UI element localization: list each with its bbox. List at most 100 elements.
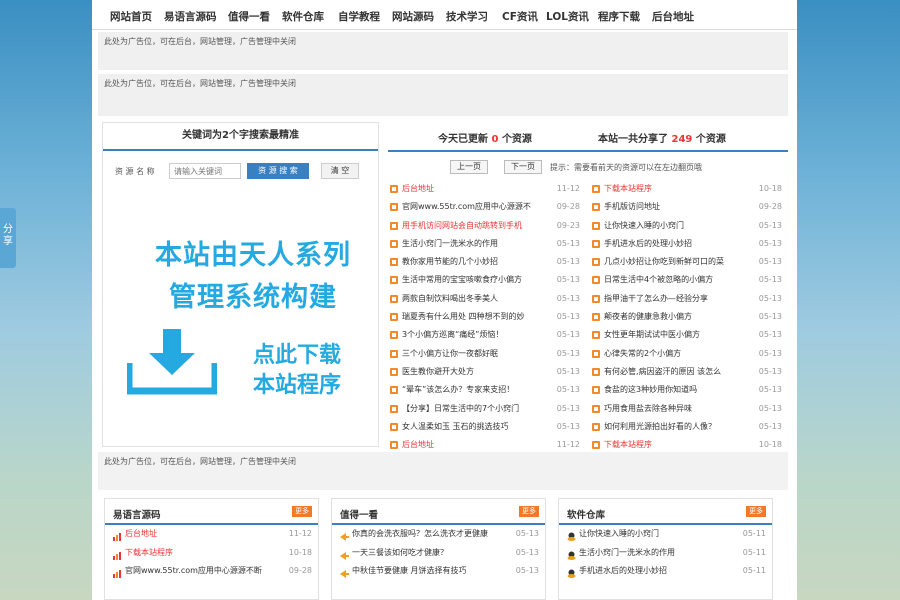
nav-lol[interactable]: LOL资讯 (546, 9, 589, 24)
item-title[interactable]: 【分享】日常生活中的7个小窍门 (402, 400, 552, 418)
list-item[interactable]: “晕车”该怎么办？专家来支招！ 05-13 (390, 381, 580, 399)
item-title[interactable]: 女人温柔如玉 玉石的挑选技巧 (402, 418, 552, 436)
item-title[interactable]: 日常生活中4个被忽略的小偏方 (604, 271, 754, 289)
list-item[interactable]: 下载本站程序 10-18 (592, 180, 782, 198)
box-list-item[interactable]: 下载本站程序 10-18 (105, 544, 318, 563)
item-title[interactable]: 三个小偏方让你一夜都好眠 (402, 345, 552, 363)
item-title[interactable]: 生活小窍门一洗米水的作用 (402, 235, 552, 253)
box-list-item[interactable]: 后台地址 11-12 (105, 525, 318, 544)
list-item[interactable]: 3个小偏方巡离“痛经”烦恼！ 05-13 (390, 326, 580, 344)
box-list-item[interactable]: 让你快速入睡的小窍门 05-11 (559, 525, 772, 544)
nav-home[interactable]: 网站首页 (110, 9, 152, 24)
bullet-icon (592, 422, 600, 431)
list-item[interactable]: 女性更年期试试中医小偏方 05-13 (592, 326, 782, 344)
item-title[interactable]: 心律失常的2个小偏方 (604, 345, 754, 363)
item-title[interactable]: 生活小窍门一洗米水的作用 (579, 544, 739, 562)
list-item[interactable]: 医生教你避开大处方 05-13 (390, 363, 580, 381)
item-title[interactable]: 手机进水后的处理小妙招 (604, 235, 754, 253)
ad-banner-2[interactable]: 此处为广告位，可在后台，网站管理，广告管理中关闭 (98, 74, 788, 116)
list-item[interactable]: 后台地址 11-12 (390, 180, 580, 198)
nav-tech[interactable]: 技术学习 (446, 9, 488, 24)
prev-page-button[interactable]: 上一页 (450, 160, 488, 174)
nav-site-source[interactable]: 网站源码 (392, 9, 434, 24)
item-title[interactable]: 让你快速入睡的小窍门 (579, 525, 739, 543)
nav-easylang-source[interactable]: 易语言源码 (164, 9, 217, 24)
item-title[interactable]: 手机进水后的处理小妙招 (579, 562, 739, 580)
nav-software[interactable]: 软件仓库 (282, 9, 324, 24)
ad-banner-3[interactable]: 此处为广告位，可在后台，网站管理，广告管理中关闭 (98, 452, 788, 490)
list-item[interactable]: 用手机访问网站会自动跳转到手机 09-23 (390, 217, 580, 235)
list-item[interactable]: 颠夜者的健康急救小偏方 05-13 (592, 308, 782, 326)
item-title[interactable]: 两款自制饮料喝出冬季美人 (402, 290, 552, 308)
search-input[interactable] (169, 163, 241, 179)
next-page-button[interactable]: 下一页 (504, 160, 542, 174)
list-item[interactable]: 官网www.55tr.com应用中心源源不 09-28 (390, 198, 580, 216)
item-title[interactable]: 颠夜者的健康急救小偏方 (604, 308, 754, 326)
ad-banner-1[interactable]: 此处为广告位，可在后台，网站管理，广告管理中关闭 (98, 32, 788, 70)
box-list-item[interactable]: 中秋佳节要健康 月饼选择有技巧 05-13 (332, 562, 545, 581)
item-title[interactable]: 后台地址 (402, 180, 552, 198)
list-item[interactable]: 心律失常的2个小偏方 05-13 (592, 345, 782, 363)
more-button[interactable]: 更多 (746, 506, 766, 517)
list-item[interactable]: 有何必管,病因盗汗的原因 该怎么 05-13 (592, 363, 782, 381)
more-button[interactable]: 更多 (292, 506, 312, 517)
list-item[interactable]: 教你家用节能的几个小妙招 05-13 (390, 253, 580, 271)
box-list-item[interactable]: 官网www.55tr.com应用中心源源不断 09-28 (105, 562, 318, 581)
item-date: 09-28 (288, 566, 312, 575)
list-item[interactable]: 日常生活中4个被忽略的小偏方 05-13 (592, 271, 782, 289)
box-list-item[interactable]: 手机进水后的处理小妙招 05-11 (559, 562, 772, 581)
list-item[interactable]: 【分享】日常生活中的7个小窍门 05-13 (390, 400, 580, 418)
item-title[interactable]: 几点小妙招让你吃到新鲜可口的菜 (604, 253, 754, 271)
item-title[interactable]: 3个小偏方巡离“痛经”烦恼！ (402, 326, 552, 344)
item-title[interactable]: 生活中常用的宝宝咳嗽食疗小偏方 (402, 271, 552, 289)
item-date: 09-23 (556, 220, 580, 230)
box-list-item[interactable]: 一天三餐该如何吃才健康？ 05-13 (332, 544, 545, 563)
item-title[interactable]: 有何必管,病因盗汗的原因 该怎么 (604, 363, 754, 381)
item-title[interactable]: 你真的会洗衣服吗？怎么洗衣才更健康 (352, 525, 512, 543)
list-item[interactable]: 如何利用光源拍出好看的人像？ 05-13 (592, 418, 782, 436)
list-item[interactable]: 指甲油干了怎么办—经验分享 05-13 (592, 290, 782, 308)
search-button[interactable]: 资 源 搜 索 (247, 163, 309, 179)
list-item[interactable]: 瑞夏秀有什么用处 四种想不到的妙 05-13 (390, 308, 580, 326)
list-item[interactable]: 两款自制饮料喝出冬季美人 05-13 (390, 290, 580, 308)
list-item[interactable]: 手机进水后的处理小妙招 05-13 (592, 235, 782, 253)
item-title[interactable]: 如何利用光源拍出好看的人像？ (604, 418, 754, 436)
nav-admin[interactable]: 后台地址 (652, 9, 694, 24)
nav-cf[interactable]: CF资讯 (502, 9, 538, 24)
nav-tutorials[interactable]: 自学教程 (338, 9, 380, 24)
list-item[interactable]: 三个小偏方让你一夜都好眠 05-13 (390, 345, 580, 363)
item-title[interactable]: 后台地址 (125, 525, 285, 543)
list-item[interactable]: 让你快速入睡的小窍门 05-13 (592, 217, 782, 235)
item-title[interactable]: 女性更年期试试中医小偏方 (604, 326, 754, 344)
item-title[interactable]: 巧用食用盐去除各种异味 (604, 400, 754, 418)
item-title[interactable]: 中秋佳节要健康 月饼选择有技巧 (352, 562, 512, 580)
clear-button[interactable]: 清 空 (321, 163, 359, 179)
item-title[interactable]: 用手机访问网站会自动跳转到手机 (402, 217, 552, 235)
list-item[interactable]: 手机版访问地址 09-28 (592, 198, 782, 216)
item-title[interactable]: 官网www.55tr.com应用中心源源不 (402, 198, 552, 216)
box-list-item[interactable]: 你真的会洗衣服吗？怎么洗衣才更健康 05-13 (332, 525, 545, 544)
more-button[interactable]: 更多 (519, 506, 539, 517)
item-title[interactable]: 让你快速入睡的小窍门 (604, 217, 754, 235)
nav-download[interactable]: 程序下载 (598, 9, 640, 24)
item-title[interactable]: 瑞夏秀有什么用处 四种想不到的妙 (402, 308, 552, 326)
item-title[interactable]: 官网www.55tr.com应用中心源源不断 (125, 562, 285, 580)
box-list-item[interactable]: 生活小窍门一洗米水的作用 05-11 (559, 544, 772, 563)
item-title[interactable]: 医生教你避开大处方 (402, 363, 552, 381)
item-title[interactable]: “晕车”该怎么办？专家来支招！ (402, 381, 552, 399)
nav-worth-seeing[interactable]: 值得一看 (228, 9, 270, 24)
item-title[interactable]: 一天三餐该如何吃才健康？ (352, 544, 512, 562)
list-item[interactable]: 生活小窍门一洗米水的作用 05-13 (390, 235, 580, 253)
item-title[interactable]: 指甲油干了怎么办—经验分享 (604, 290, 754, 308)
list-item[interactable]: 巧用食用盐去除各种异味 05-13 (592, 400, 782, 418)
share-tab[interactable]: 分享 (0, 208, 16, 268)
list-item[interactable]: 女人温柔如玉 玉石的挑选技巧 05-13 (390, 418, 580, 436)
item-title[interactable]: 手机版访问地址 (604, 198, 754, 216)
list-item[interactable]: 食盐的这3种妙用你知道吗 05-13 (592, 381, 782, 399)
item-title[interactable]: 下载本站程序 (604, 180, 754, 198)
list-item[interactable]: 几点小妙招让你吃到新鲜可口的菜 05-13 (592, 253, 782, 271)
list-item[interactable]: 生活中常用的宝宝咳嗽食疗小偏方 05-13 (390, 271, 580, 289)
item-title[interactable]: 下载本站程序 (125, 544, 285, 562)
item-title[interactable]: 教你家用节能的几个小妙招 (402, 253, 552, 271)
item-title[interactable]: 食盐的这3种妙用你知道吗 (604, 381, 754, 399)
